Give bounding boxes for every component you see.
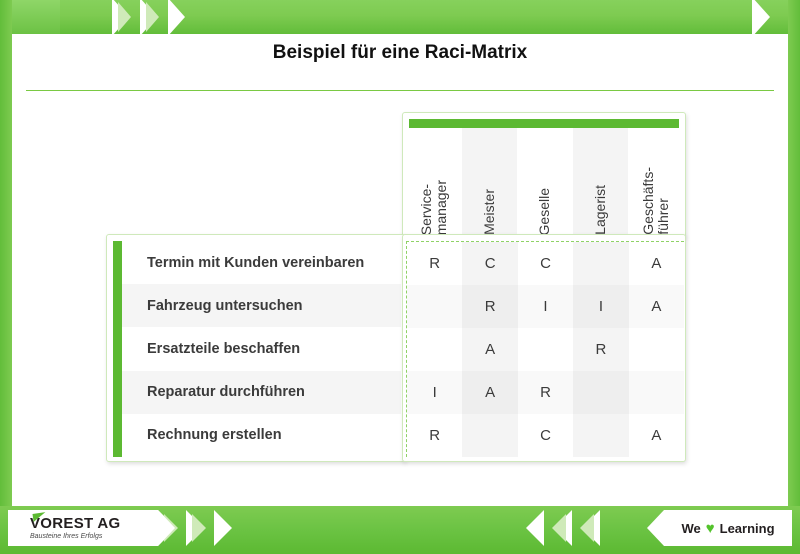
matrix-column-header-1: Service- manager [406,128,462,235]
left-green-rail [0,0,12,512]
matrix-cell-r4-c1: I [407,371,462,414]
row-label-accent-bar [113,241,122,457]
column-header-label: Meister [480,189,497,235]
header-chevron-pale-1 [118,2,131,32]
header-chevron-right [752,0,770,37]
matrix-cell-r4-c2: A [462,371,517,414]
matrix-cell-r4-c5 [629,371,684,414]
matrix-column-header-card: Service- manager Meister Geselle Lagerist Ge… [402,112,686,238]
matrix-column-header-5: Geschäfts- führer [628,128,684,235]
matrix-cell-r4-c4 [573,371,628,414]
matrix-row-label-stack: Termin mit Kunden vereinbaren Fahrzeug un… [122,241,401,457]
column-header-accent-bar [409,119,679,128]
matrix-body-column-2: CRAA [462,242,518,457]
header-chevron-white-3 [168,0,185,36]
raci-matrix: Service- manager Meister Geselle Lagerist Ge… [106,112,686,462]
matrix-cell-r1-c3: C [540,255,551,272]
matrix-cell-r1-c1: R [429,255,441,272]
learning-prefix: We [681,520,701,536]
matrix-body-column-5: AAA [629,242,684,457]
header-chevron-pale-2 [146,2,159,32]
matrix-cell-r2-c1 [407,285,462,328]
matrix-cell-r3-c1 [407,328,462,371]
matrix-body-card: RIRCRAACIRCIRAAA [402,234,686,462]
footer-chevron-white-3 [214,510,232,546]
matrix-cell-r2-c5: A [629,285,684,328]
matrix-cell-r2-c4: I [573,285,628,328]
matrix-cell-r1-c4 [573,242,628,285]
matrix-cell-r5-c4 [573,414,628,457]
matrix-row-label-card: Termin mit Kunden vereinbaren Fahrzeug un… [106,234,406,462]
matrix-body-column-4: IR [573,242,629,457]
column-header-label: Lagerist [592,185,609,235]
matrix-cell-r1-c2: C [484,255,496,272]
matrix-cell-r3-c2: A [485,341,496,358]
slide-canvas: Beispiel für eine Raci-Matrix Service- m… [0,0,800,554]
matrix-row-label-4: Reparatur durchführen [122,370,401,414]
heart-icon: ♥ [705,519,715,537]
footer-chevron-pale-2 [192,514,206,542]
title-divider [26,90,774,91]
matrix-row-label-2: Fahrzeug untersuchen [122,284,401,328]
matrix-cell-r5-c5: A [651,427,662,444]
matrix-column-header-row: Service- manager Meister Geselle Lagerist Ge… [406,128,684,235]
matrix-body-grid: RIRCRAACIRCIRAAA [406,241,684,457]
footer-band: VOREST AG Bausteine Ihres Erfolgs We ♥ L… [0,506,800,554]
vorest-logo-tagline: Bausteine Ihres Erfolgs [30,533,103,540]
matrix-cell-r5-c3: C [540,427,551,444]
vorest-logo-name: VOREST AG [30,515,121,532]
matrix-cell-r5-c1: R [429,427,441,444]
matrix-cell-r1-c5: A [651,255,662,272]
matrix-body-column-1: RIR [407,242,462,457]
matrix-row-label-5: Rechnung erstellen [147,427,282,444]
we-love-learning-badge[interactable]: We ♥ Learning [647,510,792,546]
column-header-label: Geschäfts- führer [640,167,672,235]
footer-chevron-left-pale-2 [552,514,566,542]
footer-chevron-left-white-3 [526,510,544,546]
matrix-cell-r4-c3: R [518,371,573,414]
vorest-logo[interactable]: VOREST AG Bausteine Ihres Erfolgs [8,510,175,546]
matrix-row-label-1: Termin mit Kunden vereinbaren [147,254,365,271]
matrix-column-header-2: Meister [461,128,518,235]
matrix-cell-r2-c3: I [518,285,573,328]
matrix-cell-r5-c2 [462,414,517,457]
matrix-cell-r3-c5 [629,328,684,371]
matrix-cell-r2-c2: R [462,285,517,328]
footer-chevron-left-pale-1 [580,514,594,542]
right-green-rail [788,0,800,512]
matrix-cell-r3-c4: R [595,341,607,358]
column-header-label: Service- manager [417,179,449,235]
header-band [0,0,800,37]
matrix-column-header-3: Geselle [517,128,573,235]
column-header-label: Geselle [536,187,553,235]
page-title: Beispiel für eine Raci-Matrix [272,42,528,63]
matrix-row-label-3: Ersatzteile beschaffen [147,340,301,357]
matrix-body-column-3: CIRC [518,242,573,457]
learning-suffix: Learning [719,520,775,536]
matrix-column-header-4: Lagerist [572,128,629,235]
matrix-cell-r3-c3 [518,328,573,371]
